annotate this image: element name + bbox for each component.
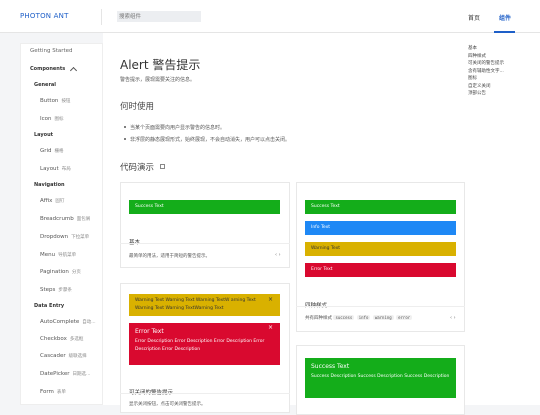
section-title-demo: 代码演示: [120, 163, 155, 173]
sidebar-item-layout[interactable]: Layout 布局: [40, 166, 71, 172]
sidebar-item-form[interactable]: Form 表单: [40, 389, 66, 395]
close-icon[interactable]: ×: [268, 296, 273, 303]
demo-title: 四种样式: [305, 301, 327, 309]
sidebar-components[interactable]: Components: [30, 66, 65, 72]
toc-item[interactable]: 基本: [468, 45, 477, 51]
demo-title: 基本: [129, 238, 140, 246]
when-item: 当某个页面需要向用户显示警告的信息时。: [123, 125, 226, 131]
error-alert: Error Text: [305, 263, 456, 277]
close-icon[interactable]: ×: [268, 324, 273, 331]
sidebar-item-grid[interactable]: Grid 栅格: [40, 148, 64, 154]
error-alert: Error Text Error Description Error Descr…: [129, 323, 280, 365]
sidebar-item-steps[interactable]: Steps 步骤条: [40, 287, 72, 293]
toc-item[interactable]: 顶部公告: [468, 90, 486, 96]
demo-description: 显示关闭按钮，点击可关闭警告提示。: [129, 402, 206, 407]
code-tag: warning: [372, 315, 394, 320]
section-title-when: 何时使用: [120, 102, 155, 112]
code-tag: error: [396, 315, 413, 320]
toc-item[interactable]: 自定义关闭: [468, 83, 491, 89]
sidebar-item-menu[interactable]: Menu 导航菜单: [40, 252, 76, 258]
when-item: 非浮层的静态展现形式，始终展现，不会自动消失，用户可以点击关闭。: [123, 137, 291, 143]
expand-code-icon[interactable]: ‹ ›: [450, 315, 456, 321]
warning-alert: Warning Text: [305, 242, 456, 256]
top-header: PHOTON ANT 首页 组件: [0, 0, 540, 33]
toc-item[interactable]: 四种样式: [468, 53, 486, 59]
divider: [120, 243, 290, 244]
demo-title: 可关闭的警告提示: [129, 388, 173, 396]
sidebar-item-checkbox[interactable]: Checkbox 多选框: [40, 336, 83, 342]
sidebar-item-breadcrumb[interactable]: Breadcrumb 面包屑: [40, 216, 90, 222]
code-tag: info: [356, 315, 371, 320]
sidebar-item-affix[interactable]: Affix 固钉: [40, 198, 64, 204]
search-input[interactable]: [117, 11, 201, 22]
sidebar-group-general: General: [34, 82, 56, 88]
sidebar-getting-started[interactable]: Getting Started: [30, 48, 73, 54]
demo-description: 共有四种样式 success info warning error: [305, 315, 413, 321]
header-divider: [101, 9, 102, 25]
divider: [120, 393, 290, 394]
sidebar-item-icon[interactable]: Icon 图标: [40, 116, 64, 122]
sidebar-item-cascader[interactable]: Cascader 级联选择: [40, 353, 87, 359]
success-alert: Success Text: [305, 200, 456, 214]
sidebar-item-datepicker[interactable]: DatePicker 日期选...: [40, 371, 90, 377]
logo[interactable]: PHOTON ANT: [20, 12, 69, 20]
divider: [296, 306, 465, 307]
sidebar-item-pagination[interactable]: Pagination 分页: [40, 269, 81, 275]
sidebar-group-navigation: Navigation: [34, 182, 65, 188]
toc-item[interactable]: 含有辅助性文字...: [468, 68, 504, 74]
nav-home[interactable]: 首页: [468, 13, 480, 22]
demo-description: 最简单的用法，适用于简短的警告提示。: [129, 254, 210, 259]
code-tag: success: [333, 315, 355, 320]
success-alert: Success Text: [129, 200, 280, 214]
sidebar-item-button[interactable]: Button 按钮: [40, 98, 70, 104]
page-title: Alert 警告提示: [120, 58, 201, 72]
toc-item[interactable]: 可关闭的警告提示: [468, 60, 504, 66]
sidebar-item-dropdown[interactable]: Dropdown 下拉菜单: [40, 234, 89, 240]
code-icon[interactable]: [160, 164, 165, 169]
info-alert: Info Text: [305, 221, 456, 235]
sidebar-group-data-entry: Data Entry: [34, 303, 65, 309]
nav-components[interactable]: 组件: [499, 13, 511, 22]
sidebar-item-autocomplete[interactable]: AutoComplete 自动...: [40, 319, 96, 325]
success-alert-with-description: Success Text Success Description Success…: [305, 358, 456, 398]
sidebar-group-layout: Layout: [34, 132, 54, 138]
warning-alert: Warning Text Warning Text Warning TextW …: [129, 294, 280, 316]
expand-code-icon[interactable]: ‹ ›: [275, 252, 281, 258]
toc-item[interactable]: 图标: [468, 75, 477, 81]
page-description: 警告提示，展现需要关注的信息。: [120, 77, 196, 83]
